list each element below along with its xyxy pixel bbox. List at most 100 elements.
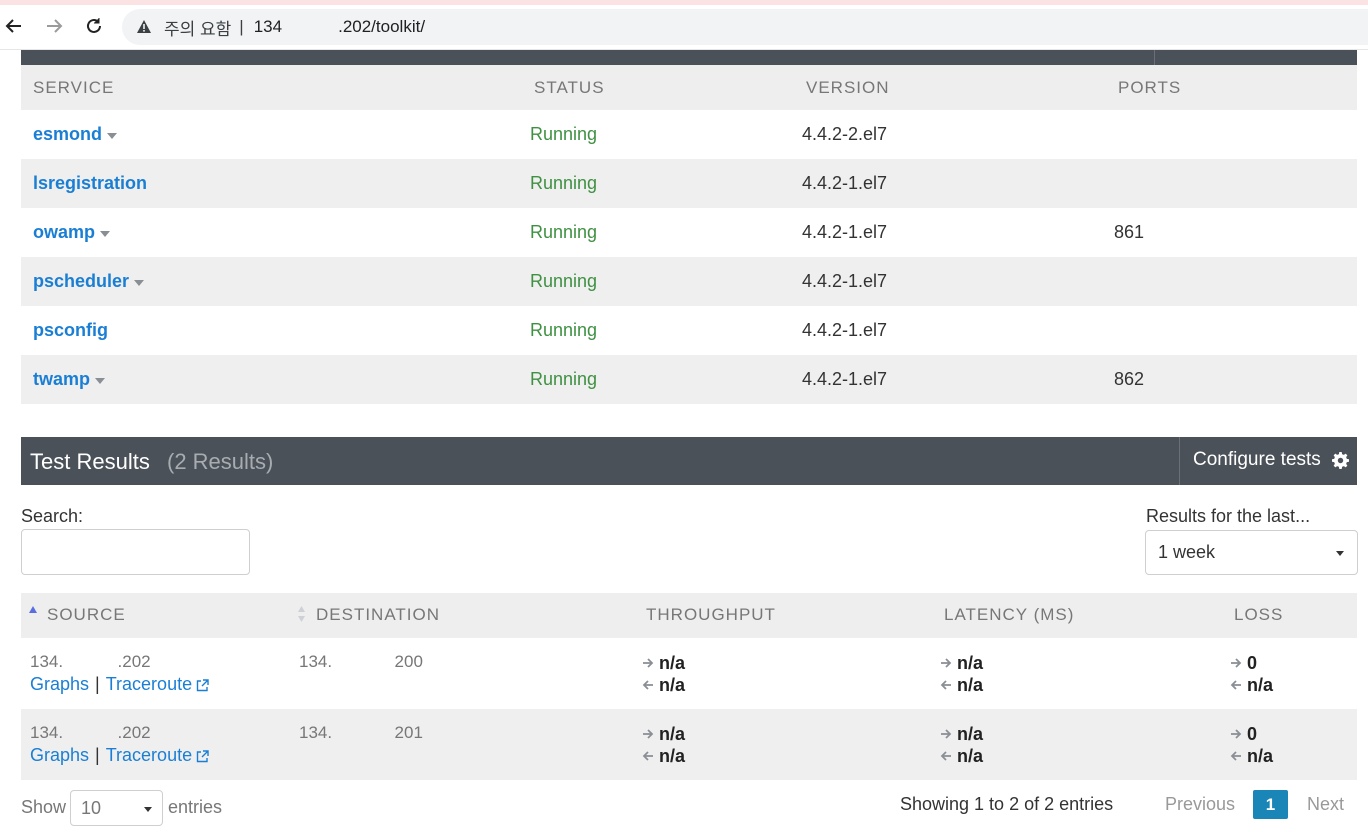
traceroute-link[interactable]: Traceroute <box>106 745 192 765</box>
latency-cell: n/a n/a <box>940 652 983 696</box>
external-link-icon[interactable] <box>196 750 209 763</box>
gear-icon <box>1331 451 1349 469</box>
source-ip-suffix: .202 <box>117 652 151 671</box>
service-link-psconfig[interactable]: psconfig <box>33 320 108 340</box>
forward-arrow-icon[interactable] <box>42 14 66 38</box>
loss-out-value: 0 <box>1230 723 1273 745</box>
source-ip-suffix: .202 <box>117 723 151 742</box>
address-bar[interactable]: 주의 요함 | 134 .202/toolkit/ <box>122 9 1368 45</box>
arrow-right-icon <box>1230 657 1244 669</box>
dest-ip-prefix: 134. <box>299 652 333 671</box>
table-row: twamp Running 4.4.2-1.el7 862 <box>21 355 1357 404</box>
table-info-text: Showing 1 to 2 of 2 entries <box>900 794 1114 814</box>
arrow-left-icon <box>642 679 656 691</box>
table-row: psconfig Running 4.4.2-1.el7 <box>21 306 1357 355</box>
sort-ascending-icon[interactable] <box>29 606 37 613</box>
col-header-service: SERVICE <box>33 77 115 97</box>
version-text: 4.4.2-1.el7 <box>802 271 888 291</box>
status-text: Running <box>530 173 598 193</box>
dest-ip-suffix: 201 <box>394 723 423 742</box>
dest-ip-prefix: 134. <box>299 723 333 742</box>
entries-label: entries <box>168 797 223 817</box>
loss-out-text: 0 <box>1247 723 1258 744</box>
source-ip-prefix: 134. <box>30 652 64 671</box>
graphs-link[interactable]: Graphs <box>30 674 89 694</box>
version-text: 4.4.2-1.el7 <box>802 320 888 340</box>
latency-out-value: n/a <box>940 723 983 745</box>
caret-down-icon[interactable] <box>100 230 111 237</box>
header-divider <box>1154 50 1155 65</box>
security-warning-text: 주의 요함 <box>164 19 232 39</box>
arrow-right-icon <box>642 657 656 669</box>
graphs-link[interactable]: Graphs <box>30 745 89 765</box>
throughput-in-text: n/a <box>659 745 686 766</box>
col-header-source[interactable]: SOURCE <box>47 605 126 625</box>
col-header-destination[interactable]: DESTINATION <box>316 605 440 625</box>
configure-tests-button[interactable]: Configure tests <box>1193 449 1349 471</box>
service-link-twamp[interactable]: twamp <box>33 369 90 389</box>
external-link-icon[interactable] <box>196 679 209 692</box>
col-header-loss: LOSS <box>1234 605 1284 624</box>
latency-out-text: n/a <box>957 652 984 673</box>
version-text: 4.4.2-1.el7 <box>802 222 888 242</box>
throughput-out-value: n/a <box>642 723 685 745</box>
tab-strip-edge <box>0 0 1368 5</box>
sort-both-icon[interactable] <box>297 605 306 622</box>
warning-triangle-icon[interactable] <box>136 18 154 36</box>
service-link-owamp[interactable]: owamp <box>33 222 95 242</box>
caret-down-icon[interactable] <box>107 132 118 139</box>
results-table: SOURCE DESTINATION THROUGHPUT LATENCY (M… <box>21 593 1357 780</box>
previous-page-button[interactable]: Previous <box>1165 794 1235 815</box>
caret-down-icon[interactable] <box>134 279 145 286</box>
col-header-ports: PORTS <box>1118 77 1182 97</box>
services-panel-header <box>21 50 1357 65</box>
traceroute-link[interactable]: Traceroute <box>106 674 192 694</box>
arrow-right-icon <box>1230 728 1244 740</box>
test-results-header: Test Results (2 Results) Configure tests <box>21 437 1357 485</box>
status-text: Running <box>530 320 598 340</box>
status-text: Running <box>530 222 598 242</box>
url-host: 134 <box>253 17 283 36</box>
dropdown-caret-icon <box>1336 551 1344 556</box>
table-row: 134. .202 Graphs | Traceroute 134. 201 <box>21 709 1357 780</box>
reload-icon[interactable] <box>82 14 106 38</box>
service-link-pscheduler[interactable]: pscheduler <box>33 271 129 291</box>
page-1-button[interactable]: 1 <box>1253 790 1288 819</box>
table-row: 134. .202 Graphs | Traceroute 134. 200 <box>21 638 1357 709</box>
time-range-select[interactable]: 1 week <box>1145 530 1358 575</box>
throughput-out-value: n/a <box>642 652 685 674</box>
loss-cell: 0 n/a <box>1230 723 1273 767</box>
throughput-in-value: n/a <box>642 745 685 767</box>
caret-down-icon[interactable] <box>95 377 106 384</box>
link-separator: | <box>95 674 100 694</box>
throughput-cell: n/a n/a <box>642 652 685 696</box>
back-arrow-icon[interactable] <box>2 14 26 38</box>
time-range-value: 1 week <box>1158 542 1216 562</box>
services-table-header: SERVICE STATUS VERSION PORTS <box>21 65 1357 110</box>
table-row: esmond Running 4.4.2-2.el7 <box>21 110 1357 159</box>
arrow-right-icon <box>642 728 656 740</box>
page-size-select[interactable]: 10 <box>70 790 163 826</box>
latency-out-value: n/a <box>940 652 983 674</box>
service-link-lsregistration[interactable]: lsregistration <box>33 173 147 193</box>
loss-cell: 0 n/a <box>1230 652 1273 696</box>
url-path: .202/toolkit/ <box>338 17 426 36</box>
loss-in-value: n/a <box>1230 674 1273 696</box>
configure-tests-label: Configure tests <box>1193 449 1321 470</box>
header-divider <box>1179 437 1180 485</box>
service-link-esmond[interactable]: esmond <box>33 124 102 144</box>
col-header-latency: LATENCY (MS) <box>944 605 1075 624</box>
loss-in-text: n/a <box>1247 745 1274 766</box>
url-separator: | <box>239 17 244 36</box>
search-input[interactable] <box>21 529 250 575</box>
latency-in-text: n/a <box>957 674 984 695</box>
search-label: Search: <box>21 506 84 526</box>
next-page-button[interactable]: Next <box>1307 794 1344 815</box>
results-table-header: SOURCE DESTINATION THROUGHPUT LATENCY (M… <box>21 593 1357 638</box>
show-label: Show <box>21 797 67 817</box>
ports-text: 862 <box>1114 369 1145 389</box>
col-header-status: STATUS <box>534 77 605 97</box>
test-results-count: (2 Results) <box>167 449 274 474</box>
arrow-left-icon <box>940 750 954 762</box>
throughput-cell: n/a n/a <box>642 723 685 767</box>
